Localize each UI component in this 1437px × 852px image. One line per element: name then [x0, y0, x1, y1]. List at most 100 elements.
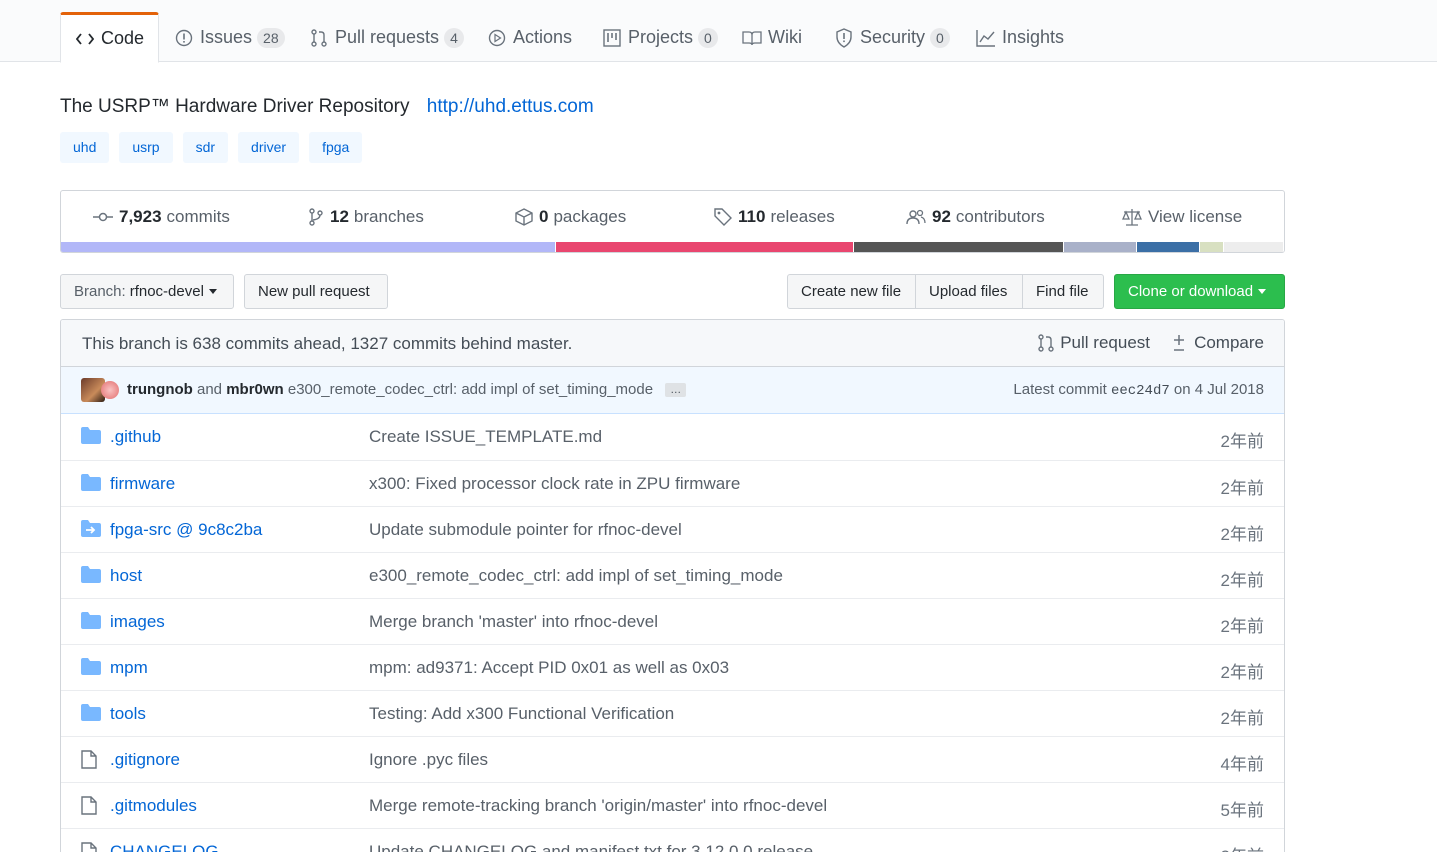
tag-icon: [714, 208, 732, 226]
commit-age: 2年前: [1221, 842, 1264, 852]
language-segment[interactable]: [1199, 242, 1225, 252]
language-bar[interactable]: [61, 242, 1284, 252]
file-name-link[interactable]: firmware: [110, 474, 175, 494]
avatar[interactable]: [101, 381, 119, 399]
commit-message[interactable]: e300_remote_codec_ctrl: add impl of set_…: [288, 381, 653, 398]
table-row[interactable]: .gitmodules Merge remote-tracking branch …: [61, 782, 1284, 828]
pull-request-link[interactable]: Pull request: [1038, 333, 1150, 353]
file-name-link[interactable]: .github: [110, 427, 161, 447]
commit-message-link[interactable]: Create ISSUE_TEMPLATE.md: [369, 427, 602, 447]
commit-message-link[interactable]: Update submodule pointer for rfnoc-devel: [369, 520, 682, 540]
commit-message-link[interactable]: Ignore .pyc files: [369, 750, 488, 770]
topic-tag[interactable]: driver: [238, 132, 300, 163]
find-file-button[interactable]: Find file: [1022, 274, 1104, 309]
compare-link[interactable]: Compare: [1172, 333, 1264, 353]
language-segment[interactable]: [853, 242, 1064, 252]
tab-code[interactable]: Code: [60, 12, 160, 63]
tab-insights[interactable]: Insights: [976, 12, 1064, 63]
commit-message-link[interactable]: Merge remote-tracking branch 'origin/mas…: [369, 796, 827, 816]
table-row[interactable]: mpm mpm: ad9371: Accept PID 0x01 as well …: [61, 644, 1284, 690]
language-segment[interactable]: [1137, 242, 1200, 252]
file-name-link[interactable]: .gitignore: [110, 750, 180, 770]
topic-tag[interactable]: usrp: [119, 132, 173, 163]
table-row[interactable]: tools Testing: Add x300 Functional Verifi…: [61, 690, 1284, 736]
language-segment[interactable]: [556, 242, 854, 252]
commit-message-link[interactable]: mpm: ad9371: Accept PID 0x01 as well as …: [369, 658, 729, 678]
tab-security[interactable]: Security 0: [834, 12, 950, 63]
pull-request-label: Pull request: [1060, 333, 1150, 352]
contributors-link[interactable]: 92 contributors: [906, 207, 1045, 227]
commits-label: commits: [166, 207, 230, 226]
tab-actions[interactable]: Actions: [487, 12, 572, 63]
language-segment[interactable]: [61, 242, 557, 252]
branch-select[interactable]: Branch: rfnoc-devel: [60, 274, 234, 309]
commit-age: 2年前: [1220, 525, 1264, 544]
commit-message-link[interactable]: Merge branch 'master' into rfnoc-devel: [369, 612, 658, 632]
commit-coauthor[interactable]: mbr0wn: [226, 381, 284, 398]
file-name-link[interactable]: mpm: [110, 658, 148, 678]
commit-age: 2年前: [1220, 709, 1264, 728]
table-row[interactable]: images Merge branch 'master' into rfnoc-d…: [61, 598, 1284, 644]
shield-icon: [834, 27, 854, 48]
commit-message-link[interactable]: x300: Fixed processor clock rate in ZPU …: [369, 474, 740, 494]
projects-counter: 0: [698, 27, 718, 48]
topic-list: uhd usrp sdr driver fpga: [60, 132, 363, 163]
file-name-link[interactable]: fpga-src @ 9c8c2ba: [110, 520, 262, 540]
releases-link[interactable]: 110 releases: [714, 207, 835, 227]
license-link[interactable]: View license: [1122, 207, 1242, 227]
file-name-link[interactable]: tools: [110, 704, 146, 724]
topic-tag[interactable]: fpga: [309, 132, 363, 163]
contributors-label: contributors: [955, 207, 1045, 226]
table-row[interactable]: host e300_remote_codec_ctrl: add impl of …: [61, 552, 1284, 598]
folder-icon: [81, 612, 101, 630]
table-row[interactable]: .github Create ISSUE_TEMPLATE.md 2年前: [61, 414, 1284, 460]
commit-author[interactable]: trungnob: [127, 381, 193, 398]
topic-tag[interactable]: uhd: [60, 132, 110, 163]
commit-age: 2年前: [1220, 479, 1264, 498]
tab-label: Projects: [628, 27, 694, 47]
commit-sha[interactable]: eec24d7: [1111, 383, 1170, 399]
expand-commit-button[interactable]: …: [665, 383, 687, 398]
branch-icon: [308, 208, 324, 226]
commit-message-link[interactable]: e300_remote_codec_ctrl: add impl of set_…: [369, 566, 783, 586]
language-segment[interactable]: [1224, 242, 1284, 252]
topic-tag[interactable]: sdr: [182, 132, 229, 163]
packages-count: 0: [539, 207, 549, 226]
tab-issues[interactable]: Issues 28: [174, 12, 285, 63]
table-row[interactable]: .gitignore Ignore .pyc files 4年前: [61, 736, 1284, 782]
file-name-link[interactable]: .gitmodules: [110, 796, 197, 816]
file-icon: [81, 796, 101, 815]
diff-icon: [1172, 334, 1186, 352]
commit-message-link[interactable]: Update CHANGELOG and manifest.txt for 3.…: [369, 842, 813, 852]
clone-or-download-button[interactable]: Clone or download: [1114, 274, 1285, 309]
branches-link[interactable]: 12 branches: [308, 207, 424, 227]
tab-projects[interactable]: Projects 0: [602, 12, 718, 63]
tab-wiki[interactable]: Wiki: [742, 12, 802, 63]
create-new-file-button[interactable]: Create new file: [787, 274, 916, 309]
branch-prefix: Branch:: [74, 283, 126, 300]
folder-icon: [81, 427, 101, 445]
commit-message-link[interactable]: Testing: Add x300 Functional Verificatio…: [369, 704, 674, 724]
file-name-link[interactable]: images: [110, 612, 165, 632]
table-row[interactable]: CHANGELOG Update CHANGELOG and manifest.t…: [61, 828, 1284, 852]
new-pull-request-button[interactable]: New pull request: [244, 274, 388, 309]
chevron-down-icon: [1258, 289, 1267, 294]
file-name-link[interactable]: CHANGELOG: [110, 842, 219, 852]
language-segment[interactable]: [1063, 242, 1138, 252]
commits-link[interactable]: 7,923 commits: [93, 207, 230, 227]
repo-nav: Code Issues 28 Pull requests 4 Actions P…: [0, 0, 1437, 63]
pull-request-icon: [1038, 333, 1054, 353]
folder-icon: [81, 704, 101, 722]
commit-age: 2年前: [1220, 663, 1264, 682]
tab-pull-requests[interactable]: Pull requests 4: [309, 12, 464, 63]
table-row[interactable]: firmware x300: Fixed processor clock rate…: [61, 460, 1284, 506]
commit-age: 4年前: [1220, 755, 1264, 774]
table-row[interactable]: fpga-src @ 9c8c2ba Update submodule point…: [61, 506, 1284, 552]
website-link[interactable]: http://uhd.ettus.com: [427, 96, 594, 117]
file-name-link[interactable]: host: [110, 566, 142, 586]
graph-icon: [976, 28, 996, 48]
folder-icon: [81, 474, 101, 492]
upload-files-button[interactable]: Upload files: [915, 274, 1023, 309]
packages-link[interactable]: 0 packages: [515, 207, 626, 227]
branch-name: rfnoc-devel: [129, 283, 204, 300]
